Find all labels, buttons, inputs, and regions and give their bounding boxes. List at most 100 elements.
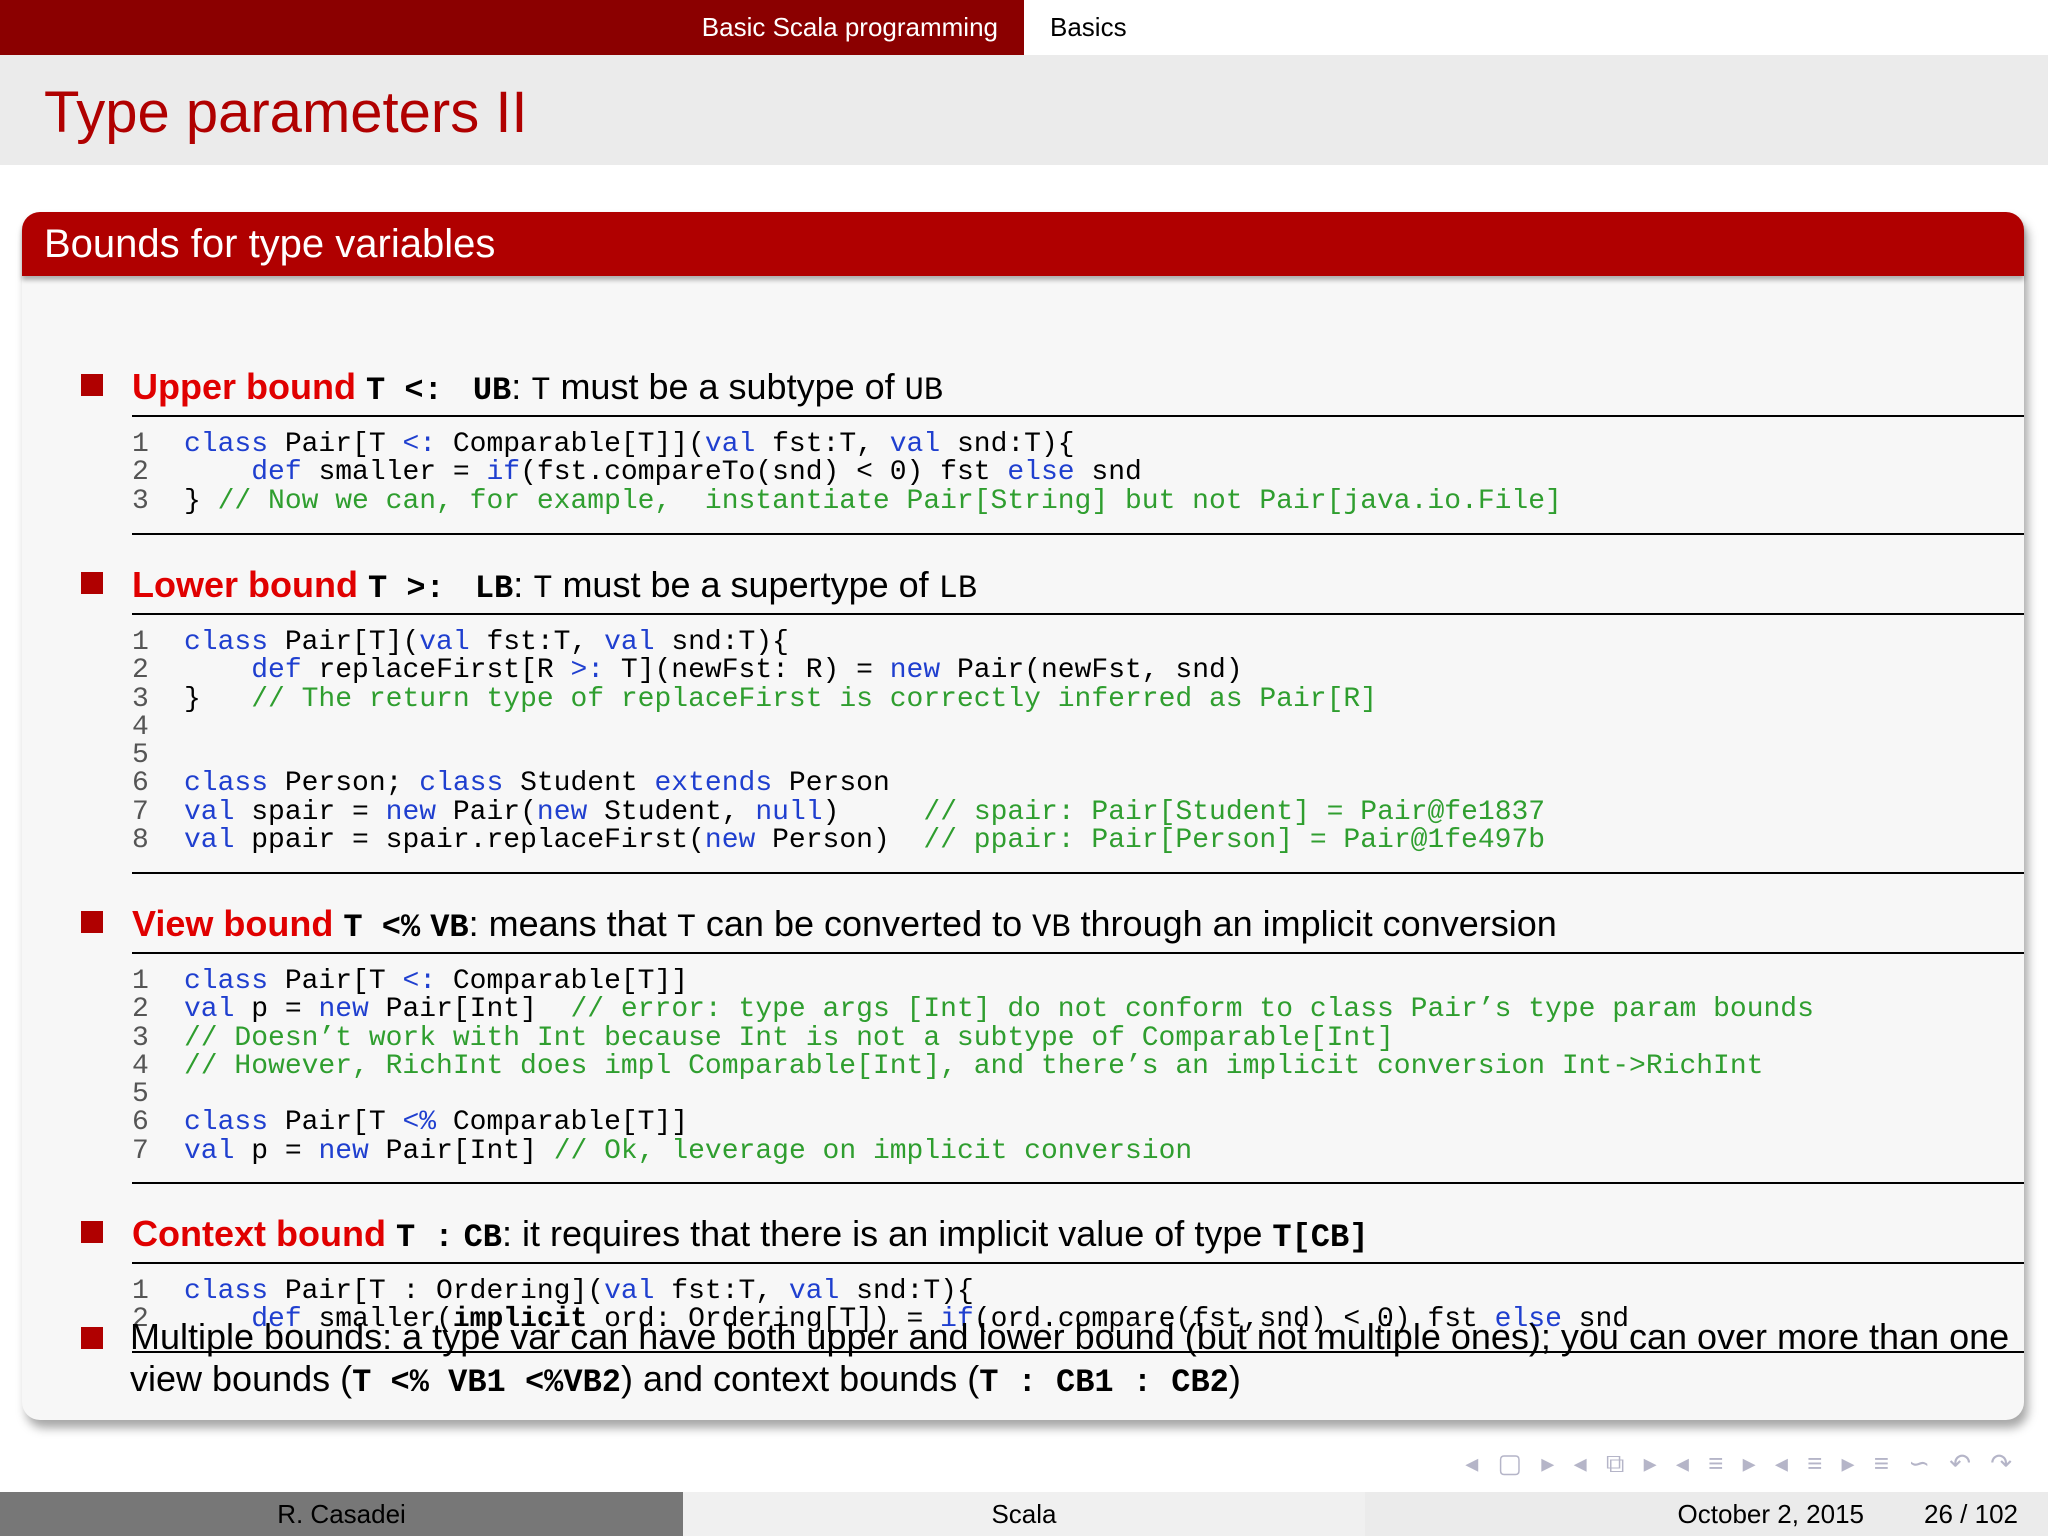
- code-text: snd: [1074, 457, 1142, 489]
- line-number: 3: [132, 683, 149, 715]
- upper-bound-syntax: T <:: [365, 372, 443, 409]
- multi-text-2: ) and context bounds (: [620, 1358, 980, 1399]
- code-text: Student,: [587, 796, 756, 828]
- line-number: 6: [132, 768, 149, 800]
- code-rule-top: [132, 613, 2024, 615]
- code-text: fst:T,: [654, 1276, 789, 1307]
- code-line: 1 class Pair[T : Ordering](val fst:T, val…: [132, 1276, 2024, 1307]
- code-keyword: def: [251, 655, 302, 687]
- code-text: Comparable[T]]: [436, 1107, 689, 1139]
- footer-author: R. Casadei: [277, 1498, 406, 1529]
- code-comment: // The return type of replaceFirst is co…: [251, 683, 1378, 715]
- code-comment: // spair: Pair[Student] = Pair@fe1837: [923, 796, 1546, 828]
- code-comment: // ppair: Pair[Person] = Pair@1fe497b: [923, 825, 1546, 857]
- view-bound-text-2: can be converted to: [695, 903, 1033, 944]
- lower-bound-type: T: [533, 570, 553, 607]
- lower-bound-syntax: T >:: [367, 570, 445, 607]
- line-number: 4: [132, 1050, 149, 1082]
- context-bound-type: T[CB]: [1272, 1219, 1369, 1256]
- line-number: 6: [132, 1107, 149, 1139]
- code-keyword: class: [184, 1107, 269, 1139]
- context-bound-text: : it requires that there is an implicit …: [502, 1213, 1273, 1254]
- code-keyword: new: [385, 796, 437, 828]
- code-keyword: new: [318, 994, 369, 1026]
- code-text: replaceFirst[R: [301, 655, 571, 687]
- context-bound-symbol: CB: [463, 1219, 502, 1256]
- code-text: p =: [234, 1135, 319, 1167]
- line-number: 2: [132, 457, 149, 489]
- line-number: 7: [132, 1135, 149, 1167]
- code-line: 6 class Pair[T <% Comparable[T]]: [132, 1107, 2024, 1139]
- upper-bound-keyword: Upper bound: [132, 366, 356, 407]
- code-keyword: extends: [654, 768, 773, 800]
- code-line: 1 class Pair[T](val fst:T, val snd:T){: [132, 627, 2024, 658]
- code-keyword: val: [604, 1276, 655, 1307]
- view-bound-code: 1 class Pair[T <: Comparable[T]] 2 val p = …: [132, 966, 2024, 1167]
- context-bound-heading: Context bound T : CB: it requires that t…: [132, 1213, 1368, 1256]
- code-keyword: val: [184, 796, 235, 828]
- line-number: 4: [132, 711, 149, 743]
- multi-view-bounds-code: T <% VB1 <%VB2: [352, 1364, 621, 1401]
- line-number: 5: [132, 740, 149, 772]
- line-number: 1: [132, 1276, 149, 1307]
- code-comment: // Now we can, for example, instantiate …: [217, 485, 1562, 517]
- code-keyword: >:: [570, 655, 605, 687]
- lower-bound-text-2: must be a supertype of: [552, 564, 939, 605]
- bullet-marker: [81, 1221, 103, 1243]
- bullet-marker: [81, 911, 103, 933]
- code-keyword: val: [788, 1276, 840, 1307]
- code-keyword: val: [184, 994, 235, 1026]
- code-rule-bottom: [132, 1182, 2024, 1184]
- line-number: 1: [132, 966, 149, 997]
- code-text: Student: [503, 768, 655, 800]
- code-text: snd:T){: [940, 429, 1075, 460]
- code-keyword: class: [184, 1276, 269, 1307]
- upper-bound-type: T: [531, 372, 551, 409]
- footer: R. Casadei Scala October 2, 2015 26 / 10…: [0, 1492, 2048, 1536]
- code-keyword: else: [1007, 457, 1075, 489]
- code-keyword: new: [318, 1135, 369, 1167]
- code-text: Pair[T](: [268, 627, 420, 658]
- context-bound-keyword: Context bound: [132, 1213, 386, 1254]
- line-number: 7: [132, 796, 149, 828]
- code-keyword: val: [889, 429, 941, 460]
- upper-bound-ub: UB: [904, 372, 944, 409]
- nav-subsection-link[interactable]: Basics: [1050, 12, 1127, 43]
- code-line: 6 class Person; class Student extends Per…: [132, 768, 2024, 800]
- line-number: 2: [132, 994, 149, 1026]
- code-text: Pair[T: [268, 1107, 403, 1139]
- view-bound-keyword: View bound: [132, 903, 334, 944]
- code-keyword: class: [184, 429, 269, 460]
- code-rule-top: [132, 415, 2024, 417]
- bullet-marker: [81, 572, 103, 594]
- code-keyword: val: [604, 627, 655, 658]
- code-line: 7 val spair = new Pair(new Student, null)…: [132, 796, 2024, 828]
- nav-section-link[interactable]: Basic Scala programming: [702, 12, 998, 43]
- lower-bound-text: :: [513, 564, 534, 605]
- code-keyword: class: [184, 627, 269, 658]
- code-line: 2 def replaceFirst[R >: T](newFst: R) = …: [132, 655, 2024, 687]
- code-keyword: new: [889, 655, 941, 687]
- view-bound-vb: VB: [1032, 909, 1071, 946]
- navigation-symbols[interactable]: ◂ ▢ ▸ ◂ ⧉ ▸ ◂ ≡ ▸ ◂ ≡ ▸ ≡ ∽ ↶ ↷: [1465, 1448, 2018, 1480]
- code-keyword: <:: [402, 966, 437, 997]
- view-bound-symbol: VB: [430, 909, 469, 946]
- view-bound-heading: View bound T <% VB: means that T can be …: [132, 903, 1557, 946]
- context-bound-syntax: T :: [395, 1219, 454, 1256]
- code-text: ppair = spair.replaceFirst(: [234, 825, 705, 857]
- code-keyword: null: [755, 796, 823, 828]
- lower-bound-lb: LB: [938, 570, 978, 607]
- footer-title: Scala: [991, 1498, 1057, 1529]
- code-text: snd:T){: [839, 1276, 974, 1307]
- code-line: 5: [132, 1079, 2024, 1111]
- view-bound-syntax: T <%: [343, 909, 421, 946]
- footer-date-box: October 2, 2015 26 / 102: [1365, 1492, 2048, 1536]
- frame-title-bar: Type parameters II: [0, 55, 2048, 165]
- code-text: ): [822, 796, 924, 828]
- top-navigation-bar: Basic Scala programming Basics: [0, 0, 2048, 55]
- code-text: spair =: [234, 796, 386, 828]
- code-rule-bottom: [132, 872, 2024, 874]
- line-number: 1: [132, 627, 149, 658]
- line-number: 5: [132, 1079, 149, 1111]
